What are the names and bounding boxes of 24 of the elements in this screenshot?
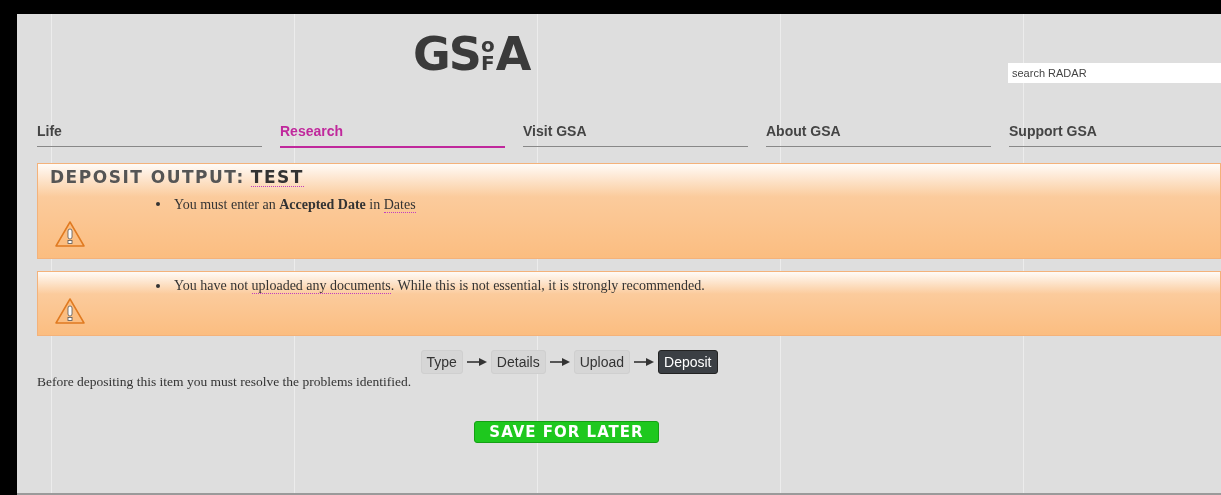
warning-message: You must enter an Accepted Date in Dates — [174, 195, 416, 215]
warning-icon — [54, 220, 86, 248]
arrow-icon — [634, 358, 655, 366]
status-message: Before depositing this item you must resolve the problems identified. — [37, 373, 413, 391]
search-field[interactable]: search RADAR — [1008, 63, 1221, 83]
heading-label: DEPOSIT OUTPUT: — [50, 166, 245, 189]
arrow-icon — [466, 358, 487, 366]
bullet-icon — [156, 202, 160, 206]
step-tab[interactable]: Upload — [573, 350, 631, 374]
arrow-icon — [549, 358, 570, 366]
step-tab[interactable]: Type — [420, 350, 463, 374]
nav-link[interactable]: Life — [37, 111, 262, 147]
step-tab[interactable]: Details — [490, 350, 546, 374]
text-link[interactable]: uploaded any documents — [251, 278, 391, 294]
bullet-icon — [156, 283, 160, 288]
warning-message: You have not uploaded any documents. While this is not essential, it is strongly recommended. — [174, 277, 705, 296]
warning-icon — [54, 297, 86, 325]
text-link[interactable]: Dates — [383, 196, 416, 213]
nav-link[interactable]: Research — [280, 111, 505, 148]
step-tab[interactable]: Deposit — [658, 350, 718, 374]
heading-value: TEST — [250, 168, 304, 187]
nav-link[interactable]: Support GSA — [1009, 111, 1221, 147]
nav-link[interactable]: About GSA — [766, 111, 991, 147]
nav-link[interactable]: Visit GSA — [523, 111, 748, 147]
